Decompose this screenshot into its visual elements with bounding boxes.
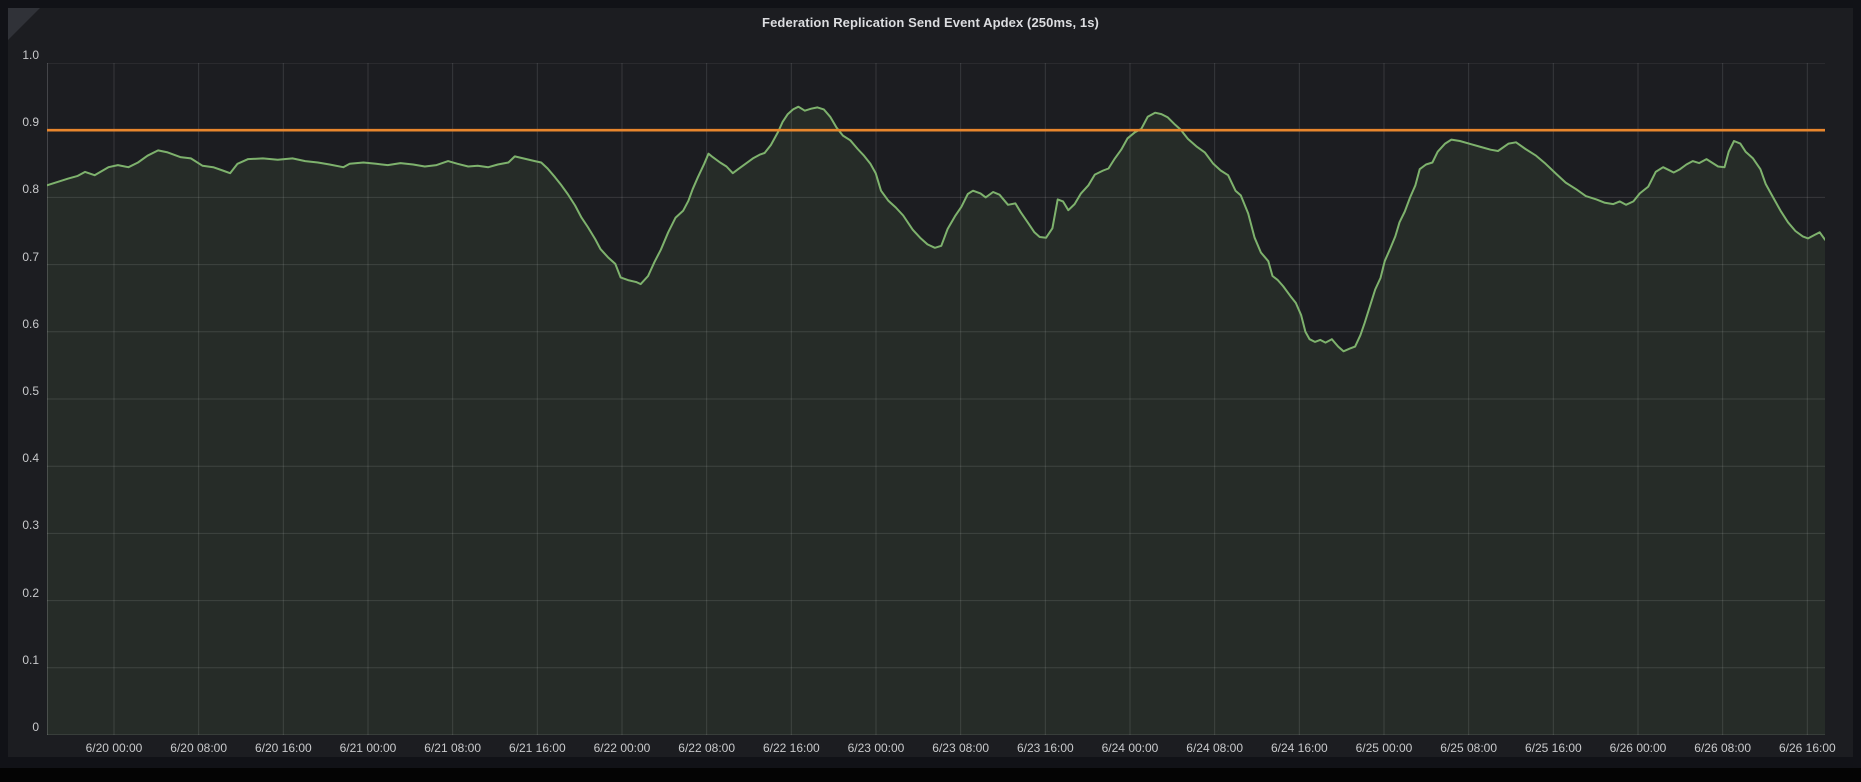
grafana-dashboard: i Federation Replication Send Event Apde…: [0, 0, 1861, 782]
x-tick-label: 6/21 08:00: [407, 740, 499, 756]
apdex-timeseries-chart[interactable]: [47, 63, 1825, 735]
x-tick-label: 6/24 16:00: [1253, 740, 1345, 756]
y-tick-label: 0.3: [8, 518, 39, 532]
x-tick-label: 6/23 08:00: [915, 740, 1007, 756]
y-tick-label: 0.6: [8, 317, 39, 331]
x-tick-label: 6/26 00:00: [1592, 740, 1684, 756]
y-tick-label: 1.0: [8, 48, 39, 62]
x-tick-label: 6/21 00:00: [322, 740, 414, 756]
x-tick-label: 6/23 00:00: [830, 740, 922, 756]
bottom-bar: [0, 768, 1861, 782]
x-tick-label: 6/22 16:00: [745, 740, 837, 756]
x-tick-label: 6/20 08:00: [153, 740, 245, 756]
panel-title: Federation Replication Send Event Apdex …: [8, 15, 1853, 30]
y-tick-label: 0.2: [8, 586, 39, 600]
chart-panel: i Federation Replication Send Event Apde…: [8, 8, 1853, 757]
x-tick-label: 6/25 00:00: [1338, 740, 1430, 756]
x-tick-label: 6/26 08:00: [1677, 740, 1769, 756]
y-tick-label: 0.9: [8, 115, 39, 129]
x-tick-label: 6/20 00:00: [68, 740, 160, 756]
y-tick-label: 0.4: [8, 451, 39, 465]
x-tick-label: 6/23 16:00: [999, 740, 1091, 756]
x-tick-label: 6/25 16:00: [1507, 740, 1599, 756]
x-tick-label: 6/22 08:00: [661, 740, 753, 756]
x-tick-label: 6/25 08:00: [1423, 740, 1515, 756]
x-tick-label: 6/26 16:00: [1761, 740, 1853, 756]
y-tick-label: 0: [8, 720, 39, 734]
x-tick-label: 6/22 00:00: [576, 740, 668, 756]
series-area-fill: [47, 107, 1825, 735]
x-tick-label: 6/21 16:00: [491, 740, 583, 756]
panel-header[interactable]: Federation Replication Send Event Apdex …: [8, 8, 1853, 38]
y-tick-label: 0.7: [8, 250, 39, 264]
x-tick-label: 6/24 00:00: [1084, 740, 1176, 756]
y-tick-label: 0.1: [8, 653, 39, 667]
x-tick-label: 6/20 16:00: [237, 740, 329, 756]
y-tick-label: 0.5: [8, 384, 39, 398]
y-tick-label: 0.8: [8, 182, 39, 196]
x-tick-label: 6/24 08:00: [1169, 740, 1261, 756]
